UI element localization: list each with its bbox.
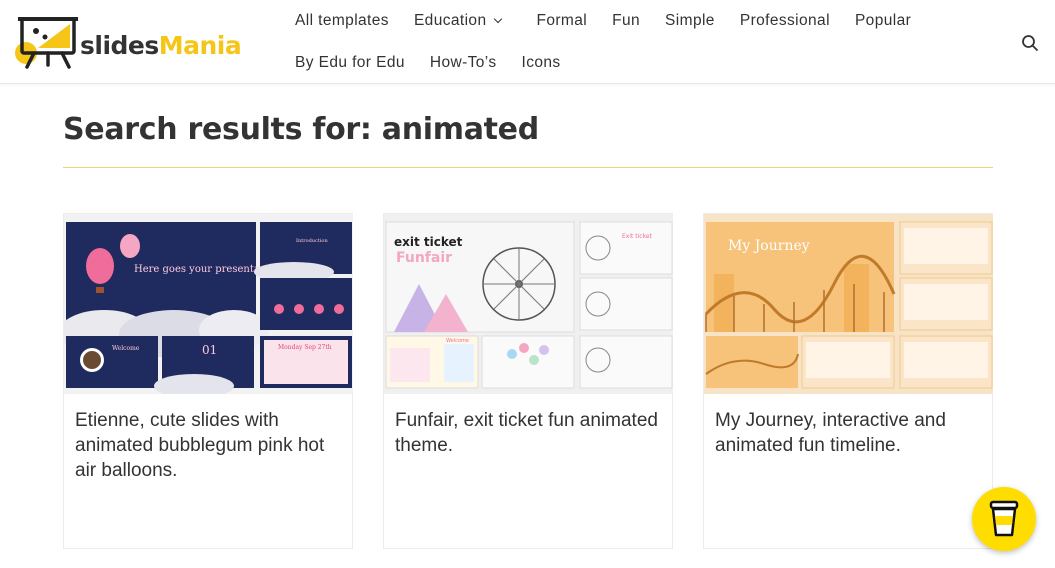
title-divider	[63, 167, 993, 168]
card-caption[interactable]: Etienne, cute slides with animated bubbl…	[75, 408, 345, 483]
card-caption[interactable]: My Journey, interactive and animated fun…	[715, 408, 985, 458]
thumbnail-text: Introduction	[296, 238, 328, 244]
thumbnail-text: Funfair	[396, 250, 452, 266]
coffee-cup-icon	[987, 498, 1021, 541]
nav-how-tos[interactable]: How-To’s	[430, 53, 497, 73]
nav-formal[interactable]: Formal	[536, 11, 587, 31]
template-card-funfair[interactable]: exit ticket Funfair Exit ticket Welcome …	[383, 213, 673, 549]
site-header: slidesMania All templates Education Form…	[0, 0, 1055, 84]
template-thumbnail[interactable]: exit ticket Funfair Exit ticket Welcome	[384, 214, 673, 394]
template-thumbnail[interactable]: My Journey	[704, 214, 993, 394]
main-nav-row-2: By Edu for Edu How-To’s Icons	[295, 53, 561, 73]
search-icon[interactable]	[1020, 33, 1040, 53]
nav-icons[interactable]: Icons	[522, 53, 561, 73]
nav-professional[interactable]: Professional	[740, 11, 830, 31]
nav-education-label: Education	[413, 12, 487, 29]
chevron-down-icon	[494, 14, 503, 24]
nav-fun[interactable]: Fun	[612, 11, 640, 31]
nav-simple[interactable]: Simple	[665, 11, 715, 31]
nav-by-edu-for-edu[interactable]: By Edu for Edu	[295, 53, 405, 73]
thumbnail-text: 01	[202, 343, 217, 357]
nav-popular[interactable]: Popular	[855, 11, 911, 31]
thumbnail-text: My Journey	[728, 238, 810, 254]
main-nav-row-1: All templates Education Formal Fun Simpl…	[295, 11, 911, 31]
template-thumbnail[interactable]: Here goes your presentation title Introd…	[64, 214, 353, 394]
nav-all-templates[interactable]: All templates	[295, 11, 389, 31]
buy-me-a-coffee-button[interactable]	[972, 487, 1036, 551]
template-card-my-journey[interactable]: My Journey My Journey, interactive and a…	[703, 213, 993, 549]
logo-wordmark: slidesMania	[80, 30, 242, 60]
thumbnail-text: Exit ticket	[622, 233, 653, 240]
nav-education[interactable]: Education	[413, 11, 503, 31]
card-caption[interactable]: Funfair, exit ticket fun animated theme.	[395, 408, 665, 458]
logo[interactable]: slidesMania	[14, 14, 264, 70]
thumbnail-text: Welcome	[112, 345, 140, 352]
thumbnail-text: exit ticket	[394, 235, 463, 249]
template-card-etienne[interactable]: Here goes your presentation title Introd…	[63, 213, 353, 549]
page-title: Search results for: animated	[63, 112, 539, 147]
presentation-board-icon	[14, 15, 78, 69]
thumbnail-text: Welcome	[446, 338, 469, 344]
thumbnail-text: Monday Sep 27th	[278, 344, 332, 351]
